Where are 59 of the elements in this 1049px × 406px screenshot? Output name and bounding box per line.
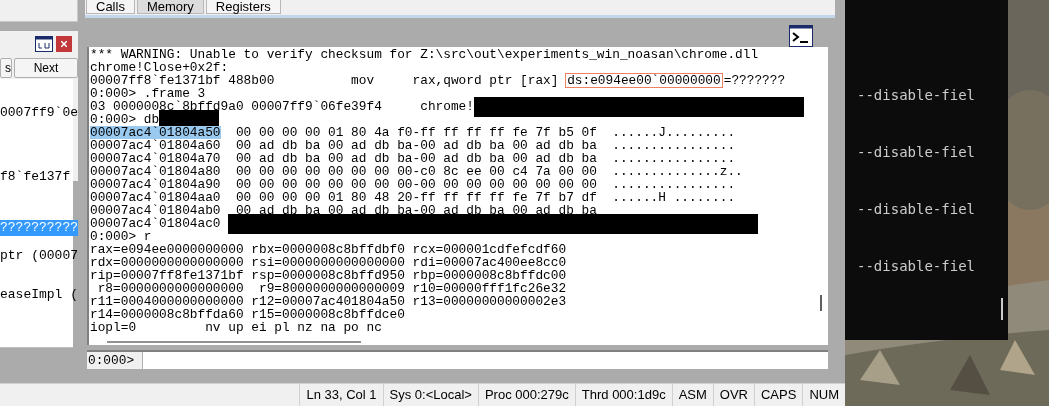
tab[interactable]: Calls — [86, 0, 135, 14]
memory-bytes: 00 ad db ba 00 ad db ba-00 ad db ba 00 ad db ba ................ — [234, 139, 736, 152]
terminal-line: --disable-fiel — [857, 257, 976, 276]
status-field: OVR — [712, 384, 754, 406]
console-line: r11=0004000000000000 r12=00007ac401804a50 r13=00000000000002e3 — [90, 295, 567, 308]
memory-bytes: 00 00 00 00 00 00 00 00-c0 8c ee 00 c4 7a 00 00 ..............z.. — [234, 165, 743, 178]
status-field: Sys 0:<Local> — [382, 384, 478, 406]
close-button[interactable] — [56, 36, 72, 52]
console-line: 0:000> db — [90, 113, 160, 126]
window-icon — [35, 36, 53, 52]
horizontal-scrollbar[interactable] — [107, 341, 361, 343]
memory-bytes: 00 00 00 00 01 80 4a f0-ff ff ff ff fe 7f b5 0f ......J......... — [234, 126, 736, 139]
panel-button[interactable]: Next — [14, 58, 78, 78]
status-field: ASM — [671, 384, 713, 406]
panel-button[interactable]: s — [0, 58, 12, 78]
memory-bytes: 00 00 00 00 01 80 48 20-ff ff ff ff fe 7f b7 df ......H ........ — [234, 191, 736, 204]
console-line: chrome!Close+0x2f: — [90, 61, 229, 74]
text-cursor — [1001, 298, 1003, 320]
memory-address: 00007ac4`01804a60 — [90, 139, 221, 152]
console-line: iopl=0 nv up ei pl nz na po nc — [90, 321, 382, 334]
console-line: *** WARNING: Unable to verify checksum for Z:\src\out\experiments_win_noasan\chrome.dll — [90, 48, 759, 61]
console-line: 00007ac4`01804ac0 — [90, 217, 222, 230]
terminal-line: --disable-fiel — [857, 86, 976, 105]
status-field: NUM — [802, 384, 845, 406]
list-item[interactable]: ptr (00007 — [0, 248, 78, 264]
tab[interactable]: Memory — [136, 0, 204, 14]
vertical-scrollbar[interactable] — [820, 295, 822, 311]
console-line: 0:000> r — [90, 230, 152, 243]
memory-address: 00007ac4`01804aa0 — [90, 191, 221, 204]
memory-address: 00007ac4`01804a50 — [90, 126, 221, 139]
status-field: Ln 33, Col 1 — [299, 384, 383, 406]
highlighted-operand: ds:e094ee00`00000000 — [566, 74, 722, 87]
status-field: CAPS — [754, 384, 803, 406]
list-item[interactable]: f8`fe137f — [0, 169, 71, 185]
console-line: =??????? — [723, 74, 786, 87]
close-icon — [61, 41, 67, 47]
terminal-line: --disable-fiel — [857, 143, 976, 162]
list-item[interactable]: easeImpl ( — [0, 287, 78, 303]
console-line: r14=0000008c8bffda60 r15=0000008c8bffdce0 — [90, 308, 405, 321]
console-line: rax=e094ee0000000000 rbx=0000008c8bffdbf0 rcx=000001cdfefcdf60 — [90, 243, 567, 256]
tab[interactable]: Registers — [205, 0, 281, 14]
console-line: rdx=0000000000000000 rsi=0000000000000000 rdi=00007ac400ee8cc0 — [90, 256, 567, 269]
console-line: 00007ff8`fe1371bf 488b00 mov rax,qword ptr [rax] — [90, 74, 560, 87]
memory-address: 00007ac4`01804a80 — [90, 165, 221, 178]
memory-bytes: 00 ad db ba 00 ad db ba-00 ad db ba 00 ad db ba — [234, 204, 597, 217]
console-line: 03 0000008c`8bffd9a0 00007ff9`06fe39f4 chrome! — [90, 100, 474, 113]
console-line: rip=00007ff8fe1371bf rsp=0000008c8bffd950 rbp=0000008c8bffdc00 — [90, 269, 567, 282]
list-item[interactable]: 0007ff9`0e — [0, 105, 78, 121]
memory-bytes: 00 00 00 00 00 00 00 00-00 00 00 00 00 00 00 00 ................ — [234, 178, 736, 191]
status-field: Thrd 000:1d9c — [574, 384, 672, 406]
memory-address: 00007ac4`01804ab0 — [90, 204, 221, 217]
command-prompt: 0:000> — [87, 352, 143, 369]
console-line: r8=0000000000000000 r9=8000000000000009 r10=00000fff1fc26e32 — [97, 282, 567, 295]
status-field: Proc 000:279c — [477, 384, 575, 406]
memory-bytes: 00 ad db ba 00 ad db ba-00 ad db ba 00 ad db ba ................ — [234, 152, 736, 165]
memory-address: 00007ac4`01804a70 — [90, 152, 221, 165]
terminal-line: --disable-fiel — [857, 200, 976, 219]
memory-address: 00007ac4`01804a90 — [90, 178, 221, 191]
console-line: 0:000> .frame 3 — [90, 87, 206, 100]
